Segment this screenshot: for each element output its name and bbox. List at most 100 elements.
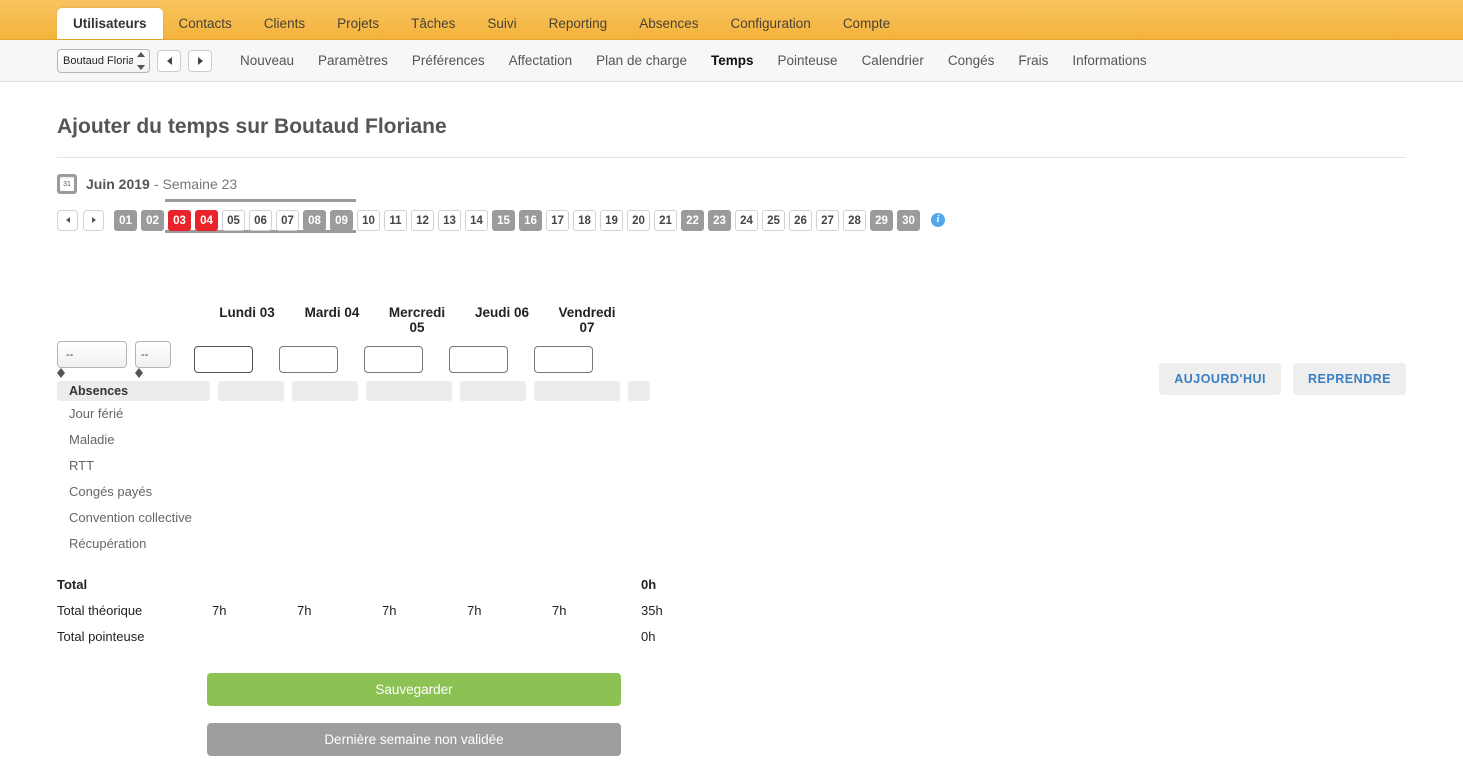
subnav-item-param-tres[interactable]: Paramètres: [318, 53, 388, 68]
info-icon[interactable]: i: [931, 213, 945, 227]
subnav-item-pointeuse[interactable]: Pointeuse: [778, 53, 838, 68]
nav-tab-configuration[interactable]: Configuration: [715, 9, 827, 39]
month-header: 31 Juin 2019 - Semaine 23: [57, 174, 1406, 194]
user-select[interactable]: Boutaud Floria: [57, 48, 150, 73]
day-button-20[interactable]: 20: [627, 209, 650, 231]
nav-tab-t-ches[interactable]: Tâches: [395, 9, 471, 39]
day-button-25[interactable]: 25: [762, 209, 785, 231]
day-button-18[interactable]: 18: [573, 209, 596, 231]
month-label: Juin 2019: [86, 176, 150, 192]
day-button-10[interactable]: 10: [357, 209, 380, 231]
absences-cell-wednesday[interactable]: [366, 381, 452, 401]
day-button-07[interactable]: 07: [276, 209, 299, 231]
day-button-04[interactable]: 04: [195, 209, 218, 231]
task-select-wrapper: --: [135, 341, 171, 378]
timesheet: Lundi 03 Mardi 04 Mercredi 05 Jeudi 06 Vendr…: [57, 305, 1406, 756]
day-button-23[interactable]: 23: [708, 209, 731, 231]
absence-type-row[interactable]: Jour férié: [57, 401, 1406, 427]
subnav-item-nouveau[interactable]: Nouveau: [240, 53, 294, 68]
day-button-13[interactable]: 13: [438, 209, 461, 231]
absences-header-row: Absences: [57, 381, 1406, 401]
absence-type-row[interactable]: RTT: [57, 453, 1406, 479]
absence-type-row[interactable]: Convention collective: [57, 505, 1406, 531]
absences-cell-thursday[interactable]: [460, 381, 526, 401]
absence-type-row[interactable]: Récupération: [57, 531, 1406, 557]
day-button-26[interactable]: 26: [789, 209, 812, 231]
day-button-28[interactable]: 28: [843, 209, 866, 231]
nav-tab-projets[interactable]: Projets: [321, 9, 395, 39]
day-button-01[interactable]: 01: [114, 209, 137, 231]
day-input-cell-1: [279, 346, 353, 373]
nav-tab-suivi[interactable]: Suivi: [471, 9, 532, 39]
day-column-header-3: Jeudi 06: [474, 305, 530, 320]
next-month-button[interactable]: [83, 209, 104, 231]
day-button-27[interactable]: 27: [816, 209, 839, 231]
next-user-button[interactable]: [188, 49, 212, 72]
day-button-30[interactable]: 30: [897, 209, 920, 231]
hours-input-2[interactable]: [364, 346, 423, 373]
nav-tab-compte[interactable]: Compte: [827, 9, 906, 39]
day-column-header-4: Vendredi 07: [558, 305, 616, 335]
nav-tab-clients[interactable]: Clients: [248, 9, 321, 39]
subnav-item-temps[interactable]: Temps: [711, 53, 754, 89]
absence-type-row[interactable]: Congés payés: [57, 479, 1406, 505]
totals-cell: 7h: [467, 602, 482, 618]
totals-cell: 7h: [552, 602, 567, 618]
subnav-item-affectation[interactable]: Affectation: [509, 53, 573, 68]
totals-cell: 7h: [382, 602, 397, 618]
subnav-item-cong-s[interactable]: Congés: [948, 53, 995, 68]
absences-cell-friday[interactable]: [534, 381, 620, 401]
absences-cell-tuesday[interactable]: [292, 381, 358, 401]
nav-tab-absences[interactable]: Absences: [623, 9, 714, 39]
subnav-item-calendrier[interactable]: Calendrier: [862, 53, 924, 68]
subnav-item-informations[interactable]: Informations: [1072, 53, 1146, 68]
month-week-separator: -: [153, 176, 159, 192]
day-button-21[interactable]: 21: [654, 209, 677, 231]
prev-month-button[interactable]: [57, 209, 78, 231]
day-button-02[interactable]: 02: [141, 209, 164, 231]
prev-user-button[interactable]: [157, 49, 181, 72]
day-column-header-0: Lundi 03: [219, 305, 275, 320]
absences-cell-monday[interactable]: [218, 381, 284, 401]
day-button-06[interactable]: 06: [249, 209, 272, 231]
spinner-arrows-icon: [135, 368, 171, 378]
subnav-item-plan-de-charge[interactable]: Plan de charge: [596, 53, 687, 68]
day-input-cell-3: [449, 346, 523, 373]
nav-tab-utilisateurs[interactable]: Utilisateurs: [57, 8, 163, 39]
day-button-05[interactable]: 05: [222, 209, 245, 231]
absence-type-row[interactable]: Maladie: [57, 427, 1406, 453]
day-button-29[interactable]: 29: [870, 209, 893, 231]
nav-tab-reporting[interactable]: Reporting: [533, 9, 624, 39]
hours-input-4[interactable]: [534, 346, 593, 373]
subnav-item-frais[interactable]: Frais: [1018, 53, 1048, 68]
day-button-08[interactable]: 08: [303, 209, 326, 231]
calendar-icon: 31: [57, 174, 77, 194]
hours-input-1[interactable]: [279, 346, 338, 373]
totals-section: Total 0h Total théorique 7h 7h 7h 7h 7h 35h Total…: [57, 571, 1406, 649]
last-week-not-validated-button: Dernière semaine non validée: [207, 723, 621, 756]
day-button-24[interactable]: 24: [735, 209, 758, 231]
day-button-16[interactable]: 16: [519, 209, 542, 231]
nav-tab-contacts[interactable]: Contacts: [163, 9, 248, 39]
day-input-cell-2: [364, 346, 438, 373]
day-button-15[interactable]: 15: [492, 209, 515, 231]
week-label: Semaine 23: [162, 176, 238, 192]
subnav-item-pr-f-rences[interactable]: Préférences: [412, 53, 485, 68]
save-button[interactable]: Sauvegarder: [207, 673, 621, 706]
day-button-14[interactable]: 14: [465, 209, 488, 231]
project-select[interactable]: --: [57, 341, 127, 368]
task-select[interactable]: --: [135, 341, 171, 368]
day-button-19[interactable]: 19: [600, 209, 623, 231]
day-button-12[interactable]: 12: [411, 209, 434, 231]
day-button-11[interactable]: 11: [384, 209, 407, 231]
totals-sum: 0h: [641, 628, 656, 644]
hours-input-0[interactable]: [194, 346, 253, 373]
day-button-03[interactable]: 03: [168, 209, 191, 231]
day-button-09[interactable]: 09: [330, 209, 353, 231]
hours-input-3[interactable]: [449, 346, 508, 373]
totals-row-label: Total pointeuse: [57, 628, 145, 644]
day-button-17[interactable]: 17: [546, 209, 569, 231]
sub-navbar: Boutaud Floria Nouveau Paramètres Préféren…: [0, 40, 1463, 89]
totals-sum: 35h: [641, 602, 663, 618]
day-button-22[interactable]: 22: [681, 209, 704, 231]
